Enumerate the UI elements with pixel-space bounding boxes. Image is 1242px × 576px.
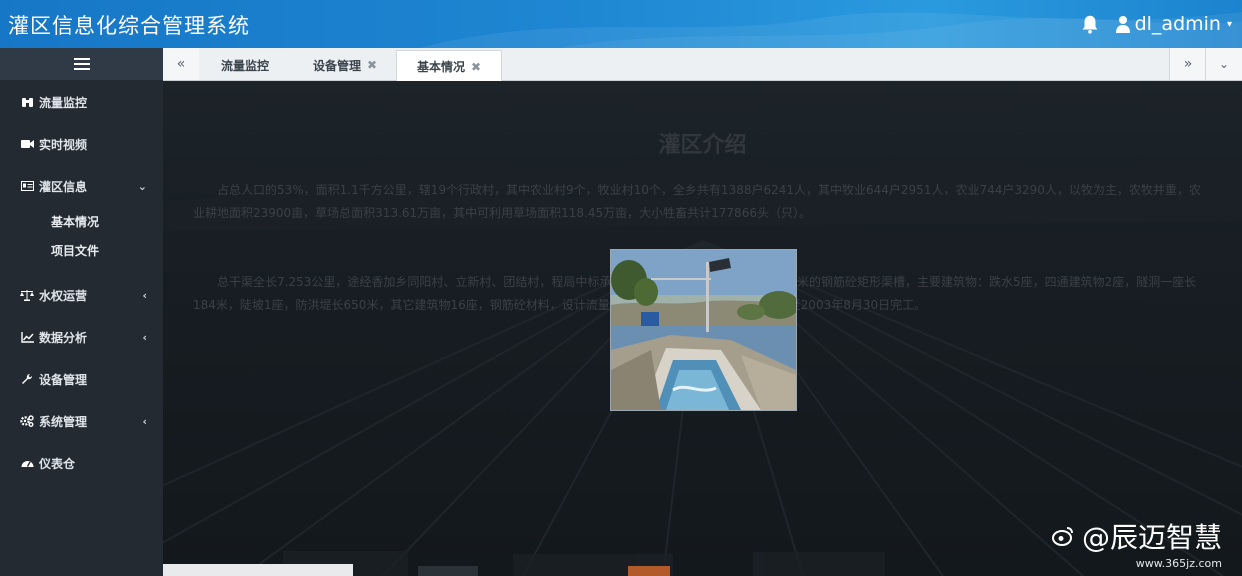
page-title: 灌区介绍 bbox=[658, 132, 747, 158]
weibo-logo-icon bbox=[1051, 527, 1073, 546]
tab-basic-info[interactable]: 基本情况 ✖ bbox=[396, 50, 503, 82]
sidebar-item-label: 设备管理 bbox=[39, 372, 88, 387]
canal-photo-image bbox=[611, 250, 796, 410]
sidebar-item-device-management[interactable]: 设备管理 bbox=[0, 364, 163, 394]
watermark-brand: @辰迈智慧 bbox=[1081, 521, 1222, 554]
chevron-left-icon: ‹ bbox=[142, 288, 147, 302]
hamburger-icon bbox=[73, 58, 90, 70]
sidebar-item-water-rights[interactable]: 水权运营 ‹ bbox=[0, 280, 163, 310]
tab-device-management[interactable]: 设备管理 ✖ bbox=[303, 50, 387, 80]
close-tab-icon[interactable]: ✖ bbox=[367, 58, 377, 72]
sidebar-subitem-project-files[interactable]: 项目文件 bbox=[0, 238, 163, 262]
sidebar-item-label: 实时视频 bbox=[39, 137, 88, 152]
cogs-icon bbox=[20, 414, 34, 428]
tab-scroll-right-button[interactable]: » bbox=[1169, 48, 1206, 80]
user-icon bbox=[1115, 16, 1130, 33]
sidebar-item-irrigation-info[interactable]: 灌区信息 ⌄ bbox=[0, 171, 163, 201]
bell-icon[interactable] bbox=[1079, 13, 1101, 35]
sidebar: 流量监控 实时视频 灌区信息 ⌄ 基本情况 项目文件 水权运营 ‹ 数据分析 ‹ bbox=[0, 48, 164, 576]
tab-scroll-left-button[interactable]: « bbox=[163, 48, 199, 80]
top-header: 灌区信息化综合管理系统 dl_admin ▾ bbox=[0, 0, 1242, 48]
dashboard-icon bbox=[20, 456, 34, 470]
main-content: 灌区介绍 占总人口的53%，面积1.1千方公里，辖19个行政村，其中农业村9个，… bbox=[163, 81, 1242, 576]
id-card-icon bbox=[20, 179, 34, 193]
username: dl_admin bbox=[1134, 13, 1221, 35]
sidebar-item-flow-monitor[interactable]: 流量监控 bbox=[0, 87, 163, 117]
watermark-url: www.365jz.com bbox=[1135, 557, 1222, 570]
sidebar-item-label: 仪表仓 bbox=[39, 456, 76, 471]
tab-bar: « 流量监控 设备管理 ✖ 基本情况 ✖ » ⌄ bbox=[163, 48, 1242, 82]
double-chevron-left-icon: « bbox=[176, 56, 186, 72]
sidebar-item-dashboard[interactable]: 仪表仓 bbox=[0, 448, 163, 478]
caret-down-icon: ▾ bbox=[1226, 18, 1232, 30]
sidebar-subitem-basic-info[interactable]: 基本情况 bbox=[0, 209, 163, 233]
tab-options-dropdown-button[interactable]: ⌄ bbox=[1205, 48, 1242, 80]
sidebar-toggle-button[interactable] bbox=[0, 48, 163, 80]
chevron-down-icon: ⌄ bbox=[1218, 57, 1230, 71]
balance-scale-icon bbox=[20, 288, 34, 302]
sidebar-item-label: 流量监控 bbox=[39, 95, 88, 110]
chevron-left-icon: ‹ bbox=[142, 414, 147, 428]
intro-paragraph-1: 占总人口的53%，面积1.1千方公里，辖19个行政村，其中农业村9个，牧业村10… bbox=[193, 183, 1201, 220]
canal-photo[interactable] bbox=[610, 249, 797, 411]
brand-watermark: @辰迈智慧 www.365jz.com bbox=[1051, 516, 1222, 570]
chevron-down-icon: ⌄ bbox=[137, 179, 147, 193]
sidebar-item-data-analysis[interactable]: 数据分析 ‹ bbox=[0, 322, 163, 352]
sidebar-item-label: 数据分析 bbox=[39, 330, 88, 345]
video-camera-icon bbox=[20, 137, 34, 151]
tab-flow-monitor[interactable]: 流量监控 bbox=[211, 50, 279, 80]
app-title: 灌区信息化综合管理系统 bbox=[8, 14, 250, 38]
sidebar-item-live-video[interactable]: 实时视频 bbox=[0, 129, 163, 159]
sidebar-item-label: 灌区信息 bbox=[39, 179, 88, 194]
close-tab-icon[interactable]: ✖ bbox=[471, 60, 481, 74]
wrench-icon bbox=[20, 372, 34, 386]
sidebar-item-label: 水权运营 bbox=[39, 288, 88, 303]
sidebar-item-system-management[interactable]: 系统管理 ‹ bbox=[0, 406, 163, 436]
chevron-left-icon: ‹ bbox=[142, 330, 147, 344]
double-chevron-right-icon: » bbox=[1183, 56, 1193, 72]
line-chart-icon bbox=[20, 330, 34, 344]
binoculars-icon bbox=[20, 95, 34, 109]
sidebar-item-label: 系统管理 bbox=[39, 414, 88, 429]
user-menu[interactable]: dl_admin ▾ bbox=[1115, 13, 1232, 35]
